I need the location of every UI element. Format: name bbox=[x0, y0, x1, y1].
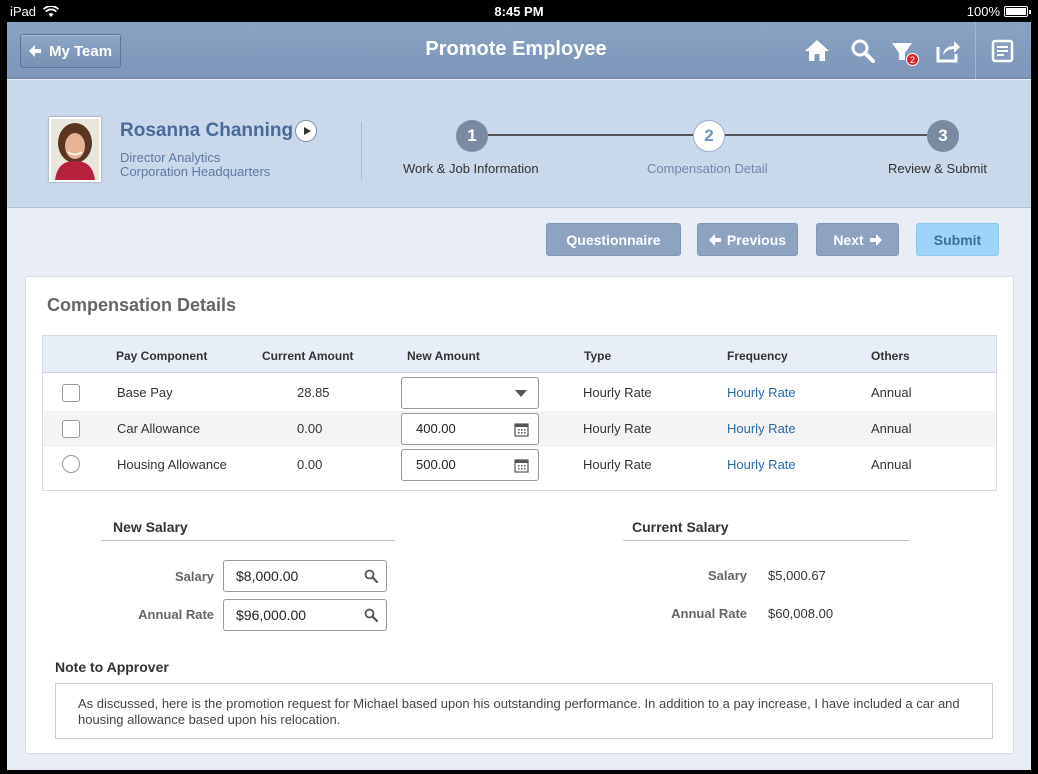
note-title: Note to Approver bbox=[55, 659, 169, 675]
note-to-approver-textarea[interactable]: As discussed, here is the promotion requ… bbox=[55, 683, 993, 739]
notification-badge: 2 bbox=[906, 53, 919, 66]
column-header: New Amount bbox=[407, 349, 480, 363]
section-title: Compensation Details bbox=[47, 295, 237, 315]
step-connector bbox=[488, 134, 693, 136]
employee-profile: Rosanna Channing Director Analytics Corp… bbox=[7, 80, 1031, 208]
others-value: Annual bbox=[871, 421, 912, 436]
new-amount-dropdown[interactable] bbox=[401, 377, 539, 409]
step-1-label[interactable]: Work & Job Information bbox=[403, 161, 539, 176]
current-salary-value: $5,000.67 bbox=[768, 568, 826, 583]
table-row: Housing Allowance 0.00 500.00 Hourly Rat… bbox=[43, 447, 996, 483]
current-annual-rate-value: $60,008.00 bbox=[768, 606, 834, 621]
row-checkbox[interactable] bbox=[62, 384, 80, 402]
new-amount-field[interactable]: 400.00 bbox=[401, 413, 539, 445]
column-header: Others bbox=[871, 349, 910, 363]
pay-type: Hourly Rate bbox=[583, 421, 652, 436]
battery-percent: 100% bbox=[966, 4, 1000, 19]
table-row: Base Pay 28.85 Hourly Rate Hourly Rate A… bbox=[43, 375, 996, 411]
current-amount: 0.00 bbox=[297, 421, 323, 436]
row-checkbox[interactable] bbox=[62, 420, 80, 438]
calendar-icon[interactable] bbox=[514, 458, 529, 473]
home-icon[interactable] bbox=[804, 38, 830, 64]
step-3-circle[interactable]: 3 bbox=[927, 120, 959, 152]
step-2-circle[interactable]: 2 bbox=[693, 120, 725, 152]
battery-icon bbox=[1004, 6, 1031, 17]
new-salary-label: Salary bbox=[174, 569, 214, 584]
new-annual-rate-value: $96,000.00 bbox=[236, 607, 307, 623]
section-divider bbox=[101, 540, 395, 541]
others-value: Annual bbox=[871, 385, 912, 400]
arrow-right-icon bbox=[869, 233, 882, 246]
step-2-label[interactable]: Compensation Detail bbox=[647, 161, 768, 176]
pay-component: Base Pay bbox=[117, 385, 173, 400]
current-amount: 28.85 bbox=[297, 385, 330, 400]
column-header: Type bbox=[584, 349, 612, 363]
step-3-label[interactable]: Review & Submit bbox=[888, 161, 987, 176]
previous-button[interactable]: Previous bbox=[697, 223, 798, 256]
submit-label: Submit bbox=[933, 231, 982, 248]
current-amount: 0.00 bbox=[297, 457, 323, 472]
new-salary-input[interactable]: $8,000.00 bbox=[223, 560, 387, 592]
current-salary-title: Current Salary bbox=[632, 519, 729, 535]
questionnaire-button[interactable]: Questionnaire bbox=[546, 223, 681, 256]
new-amount-value: 500.00 bbox=[416, 457, 456, 472]
questionnaire-label: Questionnaire bbox=[566, 231, 661, 248]
search-icon[interactable] bbox=[364, 569, 378, 583]
new-annual-rate-input[interactable]: $96,000.00 bbox=[223, 599, 387, 631]
step-1-circle[interactable]: 1 bbox=[456, 120, 488, 152]
new-amount-field[interactable]: 500.00 bbox=[401, 449, 539, 481]
current-annual-rate-label: Annual Rate bbox=[671, 606, 747, 621]
new-annual-rate-label: Annual Rate bbox=[138, 607, 214, 622]
pay-type: Hourly Rate bbox=[583, 457, 652, 472]
profile-divider bbox=[361, 122, 362, 180]
employee-title: Director Analytics bbox=[120, 150, 221, 165]
new-amount-value: 400.00 bbox=[416, 421, 456, 436]
share-icon[interactable] bbox=[935, 38, 961, 64]
table-header: Pay Component Current Amount New Amount … bbox=[43, 336, 996, 373]
previous-label: Previous bbox=[726, 231, 787, 248]
header-bar: My Team Promote Employee 2 bbox=[7, 22, 1031, 79]
status-time: 8:45 PM bbox=[494, 4, 544, 19]
employee-name[interactable]: Rosanna Channing bbox=[120, 120, 293, 142]
next-label: Next bbox=[833, 231, 864, 248]
current-salary-label: Salary bbox=[707, 568, 747, 583]
chevron-down-icon bbox=[515, 390, 527, 397]
compensation-table: Pay Component Current Amount New Amount … bbox=[42, 335, 997, 491]
header-divider bbox=[975, 22, 976, 79]
compensation-card: Compensation Details Pay Component Curre… bbox=[25, 276, 1014, 754]
row-radio[interactable] bbox=[62, 455, 80, 473]
employee-location: Corporation Headquarters bbox=[120, 164, 271, 179]
new-salary-value: $8,000.00 bbox=[236, 568, 299, 584]
pay-component: Car Allowance bbox=[117, 421, 201, 436]
column-header: Frequency bbox=[727, 349, 788, 363]
search-icon[interactable] bbox=[364, 608, 378, 622]
employee-details-button[interactable] bbox=[295, 120, 317, 142]
column-header: Pay Component bbox=[116, 349, 208, 363]
frequency-link[interactable]: Hourly Rate bbox=[727, 385, 796, 400]
status-bar: iPad 8:45 PM 100% bbox=[0, 0, 1038, 22]
pay-component: Housing Allowance bbox=[117, 457, 227, 472]
pay-type: Hourly Rate bbox=[583, 385, 652, 400]
calendar-icon[interactable] bbox=[514, 422, 529, 437]
frequency-link[interactable]: Hourly Rate bbox=[727, 457, 796, 472]
step-connector bbox=[725, 134, 927, 136]
column-header: Current Amount bbox=[262, 349, 354, 363]
app-window: My Team Promote Employee 2 Rosanna Chann… bbox=[7, 22, 1031, 770]
section-divider bbox=[623, 540, 910, 541]
notifications-button[interactable]: 2 bbox=[889, 38, 919, 66]
others-value: Annual bbox=[871, 457, 912, 472]
submit-button[interactable]: Submit bbox=[916, 223, 999, 256]
avatar bbox=[49, 117, 101, 182]
frequency-link[interactable]: Hourly Rate bbox=[727, 421, 796, 436]
new-salary-title: New Salary bbox=[113, 519, 188, 535]
next-button[interactable]: Next bbox=[816, 223, 899, 256]
table-row: Car Allowance 0.00 400.00 Hourly Rate Ho… bbox=[43, 411, 996, 447]
notes-icon[interactable] bbox=[990, 38, 1016, 64]
search-icon[interactable] bbox=[850, 38, 876, 64]
arrow-left-icon bbox=[708, 233, 721, 246]
